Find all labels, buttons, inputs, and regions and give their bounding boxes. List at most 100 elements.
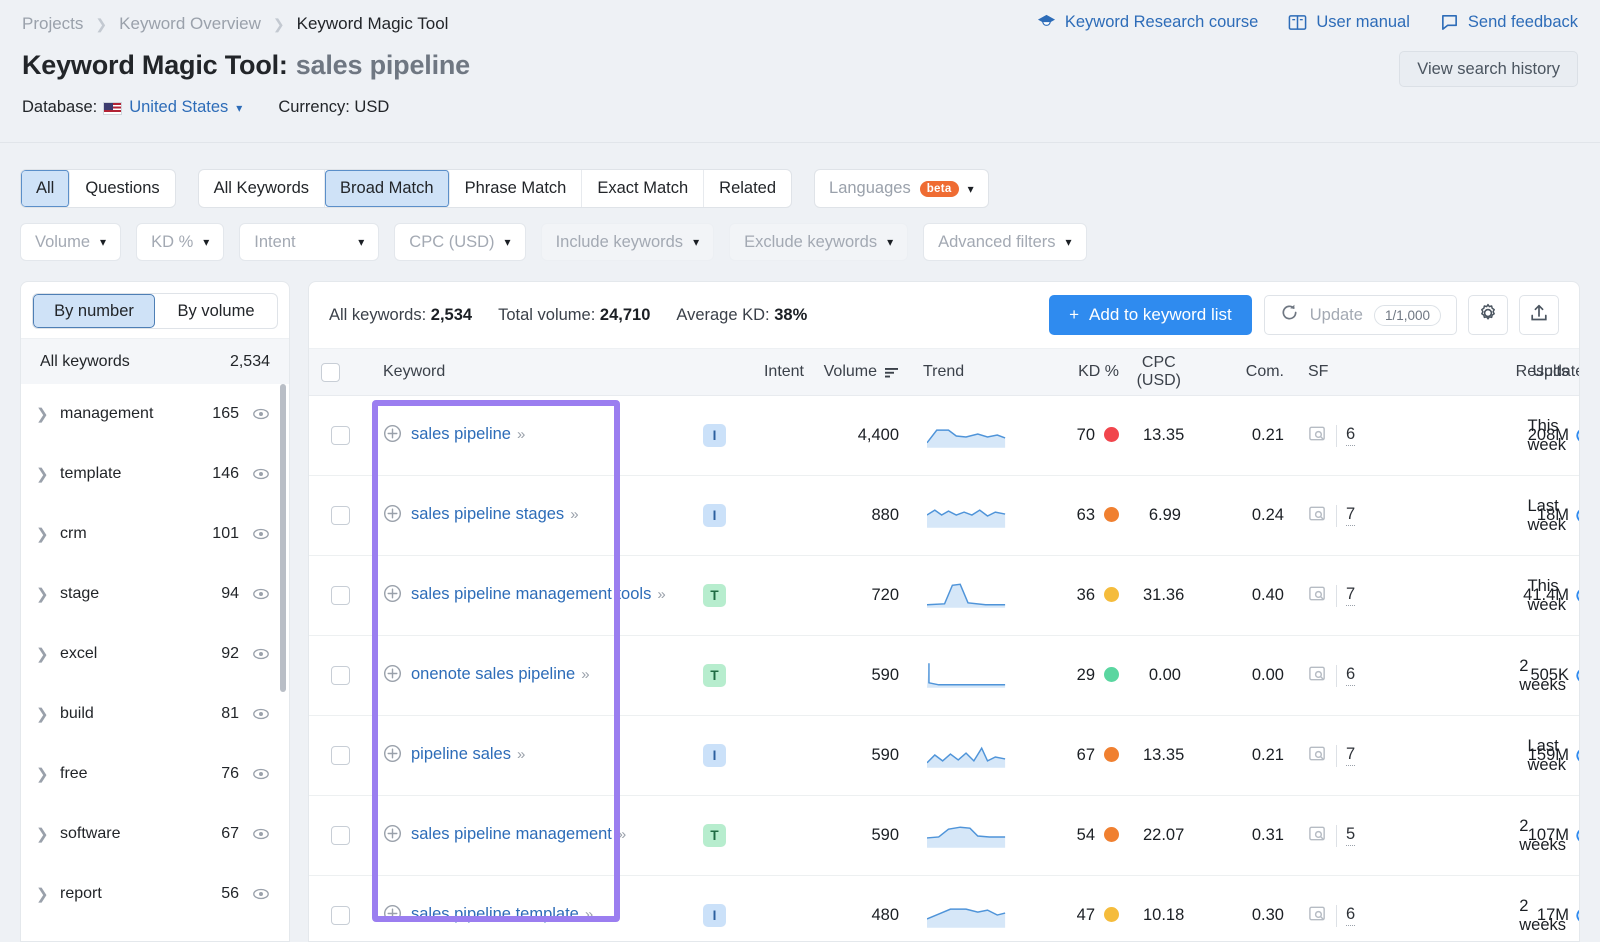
sidebar-group-item[interactable]: ❯management165: [21, 384, 289, 444]
header-cpc[interactable]: CPC (USD): [1131, 349, 1193, 396]
export-button[interactable]: [1519, 295, 1559, 335]
table-row[interactable]: sales pipeline management tools»T7203631…: [309, 556, 1580, 636]
row-checkbox[interactable]: [331, 426, 350, 445]
tab-broad-match[interactable]: Broad Match: [325, 170, 450, 207]
refresh-icon[interactable]: [1574, 426, 1580, 445]
row-checkbox[interactable]: [331, 586, 350, 605]
chevron-right-icon[interactable]: ❯: [36, 585, 60, 603]
filter-advanced[interactable]: Advanced filters▾: [923, 223, 1086, 261]
send-feedback-link[interactable]: Send feedback: [1440, 13, 1578, 32]
chevron-right-icon[interactable]: ❯: [36, 765, 60, 783]
filter-cpc[interactable]: CPC (USD)▾: [394, 223, 525, 261]
serp-features-icon[interactable]: [1308, 424, 1327, 448]
sidebar-group-item[interactable]: ❯template146: [21, 444, 289, 504]
table-row[interactable]: sales pipeline template»I4804710.180.306…: [309, 876, 1580, 942]
row-checkbox[interactable]: [331, 506, 350, 525]
eye-icon[interactable]: [252, 585, 270, 603]
settings-button[interactable]: [1468, 295, 1508, 335]
add-keyword-icon[interactable]: [383, 424, 402, 448]
sidebar-group-item[interactable]: ❯build81: [21, 684, 289, 744]
add-keyword-icon[interactable]: [383, 824, 402, 848]
filter-volume[interactable]: Volume▾: [20, 223, 121, 261]
keyword-research-course-link[interactable]: Keyword Research course: [1037, 13, 1259, 32]
refresh-icon[interactable]: [1574, 826, 1580, 845]
sf-value[interactable]: 6: [1346, 905, 1355, 926]
tab-related[interactable]: Related: [704, 170, 791, 207]
intent-badge[interactable]: T: [703, 584, 726, 607]
add-keyword-icon[interactable]: [383, 904, 402, 928]
serp-features-icon[interactable]: [1308, 504, 1327, 528]
double-chevron-right-icon[interactable]: »: [585, 906, 592, 923]
eye-icon[interactable]: [252, 465, 270, 483]
table-row[interactable]: pipeline sales»I5906713.350.217159MLast …: [309, 716, 1580, 796]
double-chevron-right-icon[interactable]: »: [517, 746, 524, 763]
add-keyword-icon[interactable]: [383, 664, 402, 688]
eye-icon[interactable]: [252, 525, 270, 543]
toggle-by-number[interactable]: By number: [33, 294, 155, 328]
serp-features-icon[interactable]: [1308, 904, 1327, 928]
sf-value[interactable]: 6: [1346, 665, 1355, 686]
keyword-link[interactable]: sales pipeline management: [411, 825, 612, 843]
refresh-icon[interactable]: [1574, 506, 1580, 525]
select-all-checkbox[interactable]: [321, 363, 340, 382]
sidebar-group-item[interactable]: ❯stage94: [21, 564, 289, 624]
sf-value[interactable]: 6: [1346, 425, 1355, 446]
chevron-down-icon[interactable]: ▾: [236, 101, 242, 115]
refresh-icon[interactable]: [1574, 746, 1580, 765]
intent-badge[interactable]: T: [703, 824, 726, 847]
filter-include-keywords[interactable]: Include keywords▾: [541, 223, 715, 261]
serp-features-icon[interactable]: [1308, 824, 1327, 848]
serp-features-icon[interactable]: [1308, 584, 1327, 608]
database-value[interactable]: United States: [129, 98, 228, 117]
serp-features-icon[interactable]: [1308, 744, 1327, 768]
filter-kd[interactable]: KD %▾: [136, 223, 224, 261]
chevron-right-icon[interactable]: ❯: [36, 525, 60, 543]
breadcrumb-item-keyword-overview[interactable]: Keyword Overview: [119, 14, 261, 34]
sidebar-group-item[interactable]: ❯software67: [21, 804, 289, 864]
sf-value[interactable]: 5: [1346, 825, 1355, 846]
chevron-right-icon[interactable]: ❯: [36, 705, 60, 723]
eye-icon[interactable]: [252, 705, 270, 723]
double-chevron-right-icon[interactable]: »: [517, 426, 524, 443]
tab-all[interactable]: All: [21, 170, 70, 207]
intent-badge[interactable]: I: [703, 744, 726, 767]
view-search-history-button[interactable]: View search history: [1399, 51, 1578, 87]
double-chevron-right-icon[interactable]: »: [570, 506, 577, 523]
eye-icon[interactable]: [252, 885, 270, 903]
table-row[interactable]: onenote sales pipeline»T590290.000.00650…: [309, 636, 1580, 716]
double-chevron-right-icon[interactable]: »: [657, 586, 664, 603]
table-row[interactable]: sales pipeline management»T5905422.070.3…: [309, 796, 1580, 876]
keyword-link[interactable]: sales pipeline management tools: [411, 585, 651, 603]
sidebar-item-all-keywords[interactable]: All keywords 2,534: [21, 338, 289, 384]
chevron-right-icon[interactable]: ❯: [36, 885, 60, 903]
sf-value[interactable]: 7: [1346, 585, 1355, 606]
refresh-icon[interactable]: [1574, 906, 1580, 925]
eye-icon[interactable]: [252, 405, 270, 423]
double-chevron-right-icon[interactable]: »: [618, 826, 625, 843]
sidebar-group-item[interactable]: ❯report56: [21, 864, 289, 924]
header-volume[interactable]: Volume: [816, 349, 911, 396]
row-checkbox[interactable]: [331, 906, 350, 925]
table-row[interactable]: sales pipeline stages»I880636.990.24718M…: [309, 476, 1580, 556]
header-intent[interactable]: Intent: [691, 349, 816, 396]
toggle-by-volume[interactable]: By volume: [155, 294, 277, 328]
sidebar-group-item[interactable]: ❯excel92: [21, 624, 289, 684]
chevron-right-icon[interactable]: ❯: [36, 465, 60, 483]
header-keyword[interactable]: Keyword: [371, 349, 629, 396]
header-com[interactable]: Com.: [1193, 349, 1296, 396]
refresh-icon[interactable]: [1574, 666, 1580, 685]
eye-icon[interactable]: [252, 645, 270, 663]
intent-badge[interactable]: T: [703, 664, 726, 687]
keyword-link[interactable]: pipeline sales: [411, 745, 511, 763]
tab-all-keywords[interactable]: All Keywords: [199, 170, 325, 207]
refresh-icon[interactable]: [1574, 586, 1580, 605]
filter-exclude-keywords[interactable]: Exclude keywords▾: [729, 223, 908, 261]
sidebar-scrollbar[interactable]: [280, 384, 286, 692]
header-kd[interactable]: KD %: [1021, 349, 1131, 396]
row-checkbox[interactable]: [331, 746, 350, 765]
breadcrumb-item-keyword-magic-tool[interactable]: Keyword Magic Tool: [297, 14, 449, 34]
serp-features-icon[interactable]: [1308, 664, 1327, 688]
user-manual-link[interactable]: User manual: [1288, 13, 1410, 32]
sidebar-group-item[interactable]: ❯crm101: [21, 504, 289, 564]
keyword-link[interactable]: onenote sales pipeline: [411, 665, 575, 683]
